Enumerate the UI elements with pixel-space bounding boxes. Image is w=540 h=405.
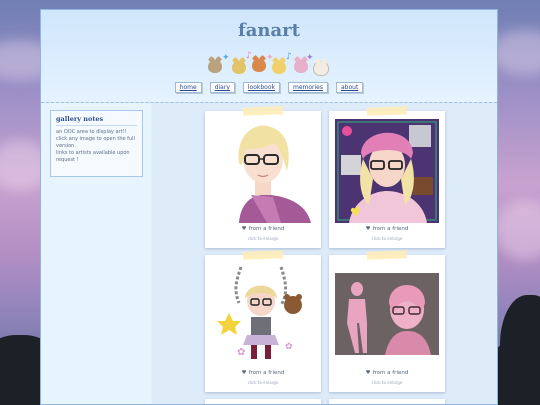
sticker-row: ✦ ♪ ✦ ♪ ✦ — [206, 52, 331, 76]
page-title: fanart — [238, 20, 300, 41]
sidebar: gallery notes an OOC area to display art… — [41, 103, 151, 404]
gallery-card[interactable]: ♥ from a friend click to enlarge — [329, 250, 445, 392]
artist-credit: ♥ from a friend — [241, 226, 285, 232]
sticker-animal-icon — [208, 60, 222, 73]
main-nav: home diary lookbook memories about — [41, 82, 497, 93]
sparkle-icon: ♪ — [286, 52, 292, 62]
sparkle-icon: ✦ — [222, 53, 230, 63]
nav-diary[interactable]: diary — [209, 82, 235, 93]
heart-icon: ♥ — [365, 370, 371, 376]
fanart-image[interactable] — [335, 263, 439, 367]
fanart-image[interactable]: ✿ ✿ — [211, 263, 315, 367]
gallery-notes-line: an OOC area to display art!! — [56, 129, 127, 135]
enlarge-hint: click to enlarge — [247, 236, 279, 241]
sticker-animal-icon — [252, 59, 266, 72]
enlarge-hint: click to enlarge — [371, 380, 403, 385]
gallery-card[interactable]: ♥ ♥ from a friend click to enlarge — [329, 106, 445, 248]
fanart-image[interactable] — [211, 119, 315, 223]
enlarge-hint: click to enlarge — [371, 236, 403, 241]
enlarge-hint: click to enlarge — [247, 380, 279, 385]
gallery-notes-line: click any image to open the full version… — [56, 136, 135, 149]
heart-icon: ♥ — [241, 226, 247, 232]
fanart-image[interactable]: ♥ — [335, 119, 439, 223]
tape-decoration — [242, 106, 284, 116]
sticker-animal-icon — [313, 61, 329, 76]
sticker-animal-icon — [272, 61, 286, 74]
heart-icon: ♥ — [241, 370, 247, 376]
gallery-notes-line: links to artists available upon request … — [56, 150, 130, 163]
sparkle-icon: ♪ — [246, 51, 252, 61]
nav-lookbook[interactable]: lookbook — [242, 82, 280, 93]
gallery-notes-box: gallery notes an OOC area to display art… — [50, 110, 143, 177]
gallery-card[interactable] — [205, 399, 321, 404]
tape-decoration — [366, 250, 408, 260]
gallery-notes-title: gallery notes — [56, 115, 137, 126]
header: fanart ✦ ♪ ✦ ♪ ✦ home diary lookbook mem… — [41, 10, 497, 103]
gallery-card[interactable]: ✿ ✿ ♥ from a friend click to enlarge — [205, 250, 321, 392]
artist-credit: ♥ from a friend — [365, 226, 409, 232]
artist-credit: ♥ from a friend — [241, 370, 285, 376]
svg-text:✿: ✿ — [285, 342, 293, 352]
tape-decoration — [242, 250, 284, 260]
gallery-card[interactable]: ♥ from a friend click to enlarge — [205, 106, 321, 248]
sparkle-icon: ✦ — [306, 53, 314, 63]
nav-memories[interactable]: memories — [287, 82, 328, 93]
svg-text:✿: ✿ — [237, 347, 245, 358]
heart-icon: ♥ — [365, 226, 371, 232]
sticker-animal-icon — [232, 61, 246, 74]
nav-about[interactable]: about — [336, 82, 364, 93]
nav-home[interactable]: home — [174, 82, 202, 93]
tape-decoration — [366, 106, 408, 116]
page-window: fanart ✦ ♪ ✦ ♪ ✦ home diary lookbook mem… — [40, 9, 498, 405]
gallery: ♥ from a friend click to enlarge ♥ ♥ fro… — [152, 103, 497, 404]
gallery-card[interactable] — [329, 399, 445, 404]
artist-credit: ♥ from a friend — [365, 370, 409, 376]
